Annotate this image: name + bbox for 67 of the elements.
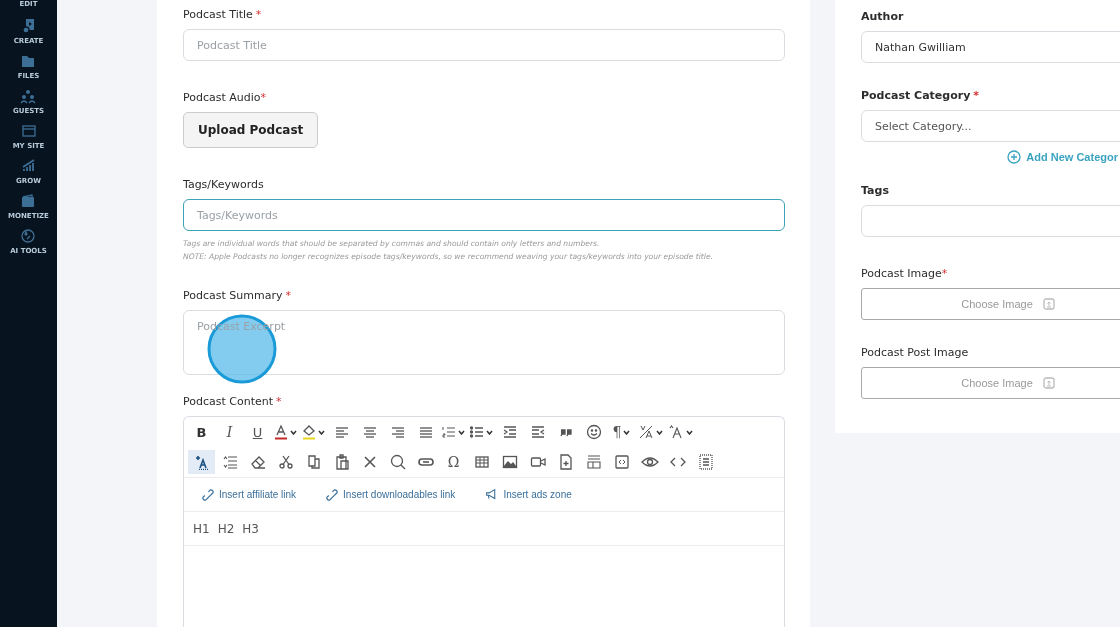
heading-button[interactable]: H3 [242,521,259,536]
image-icon [501,454,518,470]
close-icon [362,455,377,469]
insert-link[interactable]: Insert affiliate link [202,488,297,501]
bar-chart-icon [20,158,37,174]
field-label: Podcast Audio* [183,91,268,104]
heading-button[interactable]: H2 [217,521,235,536]
outdent-icon [530,425,545,439]
toolbar-button[interactable]: I [216,420,243,444]
link-icon [202,488,214,501]
insert-link[interactable]: Insert downloadables link [326,488,456,501]
eraser-icon [249,454,266,470]
scissors-icon [277,454,294,470]
field-label: Podcast Category * [861,89,981,102]
bullet-list-icon [470,425,484,439]
field-label: Podcast Image* [861,267,949,280]
add-text-format-icon [193,454,210,470]
folder-icon [20,53,37,69]
video-camera-icon [529,454,546,470]
people-icon [20,88,37,104]
browser-window-icon [20,123,37,139]
toolbar-button[interactable] [188,450,215,474]
upload-icon [1042,298,1055,310]
field-label: Podcast Summary * [183,289,292,302]
justify-icon [418,425,433,439]
insert-link[interactable]: Insert ads zone [485,488,572,501]
layout-icon [585,454,602,470]
toolbar-button[interactable]: Ω [440,450,467,474]
link-icon [326,488,339,501]
align-left-icon [334,425,349,439]
align-right-icon [390,425,405,439]
text-direction-icon [638,424,654,440]
eye-icon [640,454,659,470]
embed-icon [613,454,630,470]
indent-icon [502,425,517,439]
field-label: Podcast Content * [183,395,283,408]
clipboard-icon [333,454,350,470]
copy-icon [305,454,322,470]
numbered-list-icon [442,425,456,439]
author-select[interactable]: Nathan Gwilliam [861,31,1120,63]
category-field[interactable]: Select Category... [861,110,1120,142]
smiley-icon [585,424,602,440]
sparkle-circle-icon [20,228,37,244]
table-icon [473,454,490,470]
search-icon [389,454,406,470]
wallet-icon [20,193,37,209]
toolbar-button[interactable]: B [188,420,215,444]
toolbar-button[interactable]: U [244,420,271,444]
video-file-icon [20,18,37,34]
plus-circle-icon [1007,150,1022,164]
field-label: Podcast Post Image [861,346,970,359]
paint-bucket-icon [302,424,316,440]
select-all-icon [697,454,714,470]
font-size-icon [668,424,684,440]
heading-button[interactable]: H1 [193,521,210,536]
font-color-icon [274,424,288,440]
field-label: Tags/Keywords [183,178,265,191]
toolbar-button[interactable]: ¶ [608,420,635,444]
field-label: Author [861,10,905,23]
tags-input[interactable] [861,205,1120,237]
field-label: Tags [861,184,890,197]
align-center-icon [362,425,377,439]
field-label: Podcast Title * [183,8,263,21]
upload-icon [1042,377,1055,389]
line-height-icon [221,454,238,470]
add-file-icon [557,454,574,470]
upload-button[interactable]: Upload Podcast [183,112,319,148]
